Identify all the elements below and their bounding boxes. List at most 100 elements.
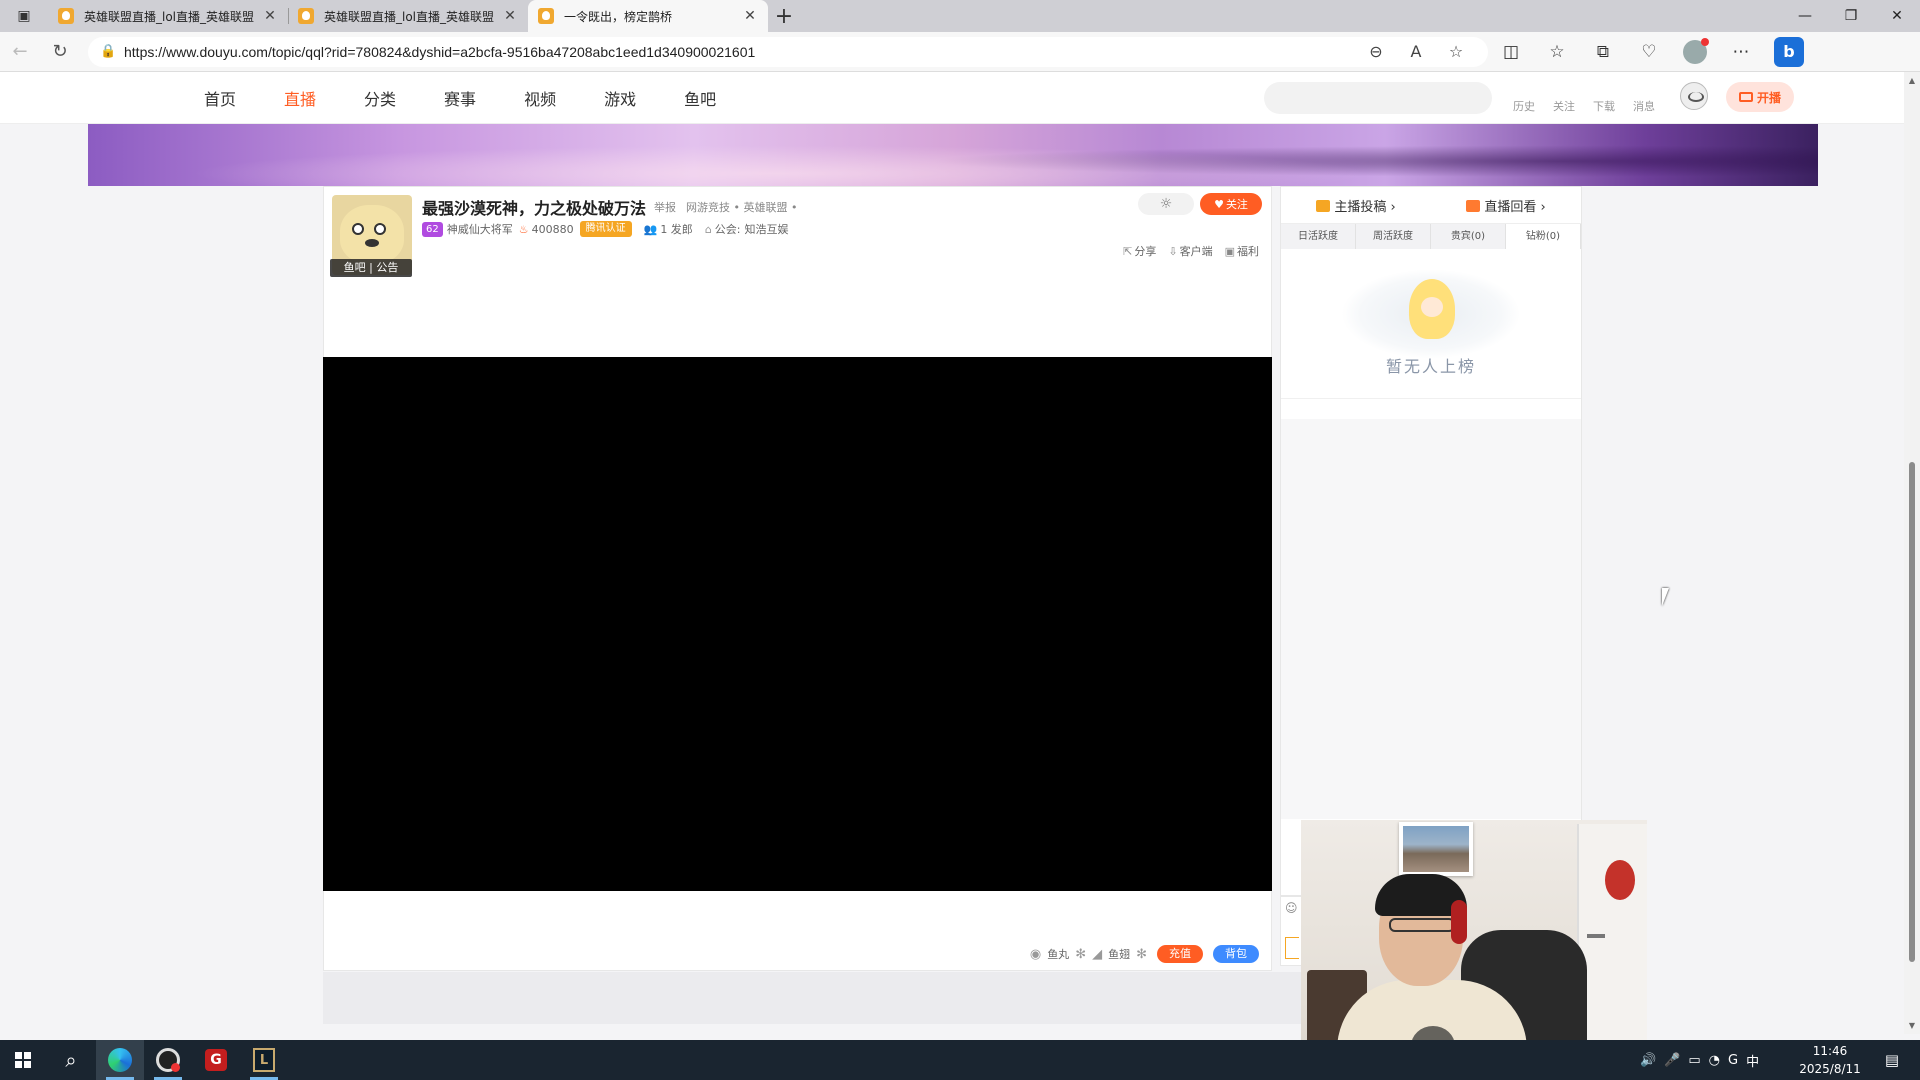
mouse-cursor: [1662, 588, 1676, 606]
read-aloud-icon[interactable]: A: [1396, 42, 1436, 61]
event-banner: [88, 124, 1818, 186]
windows-icon: [15, 1052, 31, 1068]
nav-fishbar[interactable]: 鱼吧: [660, 72, 740, 124]
browser-tab-3[interactable]: 一令既出，榜定鹊桥 ✕: [528, 0, 768, 32]
backpack-button[interactable]: 背包: [1213, 945, 1259, 963]
messages-link[interactable]: 消息: [1624, 82, 1664, 114]
loading-icon: ✻: [1075, 946, 1087, 962]
microphone-icon[interactable]: 🎤: [1664, 1053, 1680, 1068]
share-button[interactable]: ⇱ 分享: [1123, 243, 1156, 259]
split-screen-icon[interactable]: ◫: [1488, 42, 1534, 62]
gift-bar: ◉ 鱼丸 ✻ ◢ 鱼翅 ✻ 充值 背包: [1030, 945, 1259, 963]
follow-button[interactable]: ♥ 关注: [1200, 193, 1262, 215]
gift-icon: ▣: [1224, 245, 1235, 258]
taskbar-obs[interactable]: [144, 1040, 192, 1080]
replay-link[interactable]: 直播回看 ›: [1431, 196, 1581, 215]
copilot-icon[interactable]: b: [1774, 36, 1804, 67]
close-tab-icon[interactable]: ✕: [502, 8, 518, 24]
scroll-down-icon[interactable]: ▼: [1904, 1021, 1920, 1030]
douyu-favicon-icon: [298, 8, 314, 24]
system-tray: 🔊 🎤 ▭ ◔ G 中: [1640, 1040, 1759, 1080]
new-tab-button[interactable]: +: [768, 0, 800, 32]
ime-indicator[interactable]: 中: [1746, 1051, 1759, 1070]
nav-live[interactable]: 直播: [260, 72, 340, 124]
chat-area[interactable]: [1281, 419, 1581, 819]
share-icon: ⇱: [1123, 245, 1133, 258]
taskbar-clock[interactable]: 11:46 2025/8/11: [1790, 1042, 1870, 1078]
taskbar-g-app[interactable]: G: [192, 1040, 240, 1080]
app-tray-icon[interactable]: ◔: [1709, 1053, 1720, 1068]
report-link[interactable]: 举报: [654, 199, 676, 215]
g-tray-icon[interactable]: G: [1728, 1053, 1738, 1068]
tab-vip[interactable]: 贵宾(0): [1431, 224, 1506, 249]
browser-essentials-icon[interactable]: ♡: [1626, 42, 1672, 62]
minimize-icon[interactable]: —: [1782, 0, 1828, 32]
browser-tab-2[interactable]: 英雄联盟直播_lol直播_英雄联盟 ✕: [288, 0, 528, 32]
heart-icon: ♥: [1214, 197, 1224, 211]
volume-icon[interactable]: 🔊: [1640, 1053, 1656, 1068]
anchor-name[interactable]: 神威仙大将军: [447, 221, 513, 237]
network-icon[interactable]: ▭: [1688, 1053, 1700, 1068]
back-button[interactable]: ←: [0, 32, 40, 72]
profile-avatar[interactable]: [1683, 37, 1709, 64]
nav-category[interactable]: 分类: [340, 72, 420, 124]
url-text[interactable]: https://www.douyu.com/topic/qql?rid=7808…: [124, 44, 1356, 60]
tab-actions-icon[interactable]: ▣: [0, 0, 48, 32]
client-button[interactable]: ⇩ 客户端: [1168, 243, 1212, 259]
favorites-icon[interactable]: ☆: [1534, 42, 1580, 62]
nav-home[interactable]: 首页: [180, 72, 260, 124]
collections-icon[interactable]: ⧉: [1580, 42, 1626, 62]
close-tab-icon[interactable]: ✕: [262, 8, 278, 24]
refresh-button[interactable]: ↻: [40, 32, 80, 72]
rank-tabs: 日活跃度 周活跃度 贵宾(0) 钻粉(0): [1281, 223, 1581, 249]
video-player[interactable]: [323, 357, 1272, 891]
more-menu-icon[interactable]: ⋯: [1718, 42, 1764, 62]
player-card: 鱼吧 | 公告 最强沙漠死神，力之极处破万法 举报 网游竞技 • 英雄联盟 • …: [323, 186, 1272, 971]
taskbar-edge[interactable]: [96, 1040, 144, 1080]
close-tab-icon[interactable]: ✕: [742, 8, 758, 24]
browser-tab-1[interactable]: 英雄联盟直播_lol直播_英雄联盟 ✕: [48, 0, 288, 32]
notification-icon[interactable]: ▤: [1872, 1040, 1912, 1080]
download-link[interactable]: 下载: [1584, 82, 1624, 114]
url-field[interactable]: 🔒 https://www.douyu.com/topic/qql?rid=78…: [88, 36, 1488, 67]
recharge-button[interactable]: 充值: [1157, 945, 1203, 963]
start-live-label: 开播: [1756, 90, 1781, 105]
room-title: 最强沙漠死神，力之极处破万法: [422, 199, 647, 218]
user-avatar[interactable]: [1680, 82, 1708, 110]
scrollbar-thumb[interactable]: [1909, 462, 1915, 962]
tab-weekly-activity[interactable]: 周活跃度: [1356, 224, 1431, 249]
clock-time: 11:46: [1812, 1044, 1848, 1058]
favorite-star-icon[interactable]: ☆: [1436, 42, 1476, 61]
avatar-nose: [365, 239, 379, 247]
guild-name[interactable]: 知浩互娱: [745, 221, 789, 237]
client-label: 客户端: [1179, 245, 1213, 258]
history-link[interactable]: 历史: [1504, 82, 1544, 114]
tab-daily-activity[interactable]: 日活跃度: [1281, 224, 1356, 249]
replay-label: 直播回看 ›: [1484, 199, 1546, 215]
start-live-button[interactable]: 开播: [1726, 82, 1794, 112]
nav-video[interactable]: 视频: [500, 72, 580, 124]
restore-icon[interactable]: ❐: [1828, 0, 1874, 32]
taskbar-lol[interactable]: L: [240, 1040, 288, 1080]
search-input[interactable]: [1264, 82, 1492, 114]
search-icon[interactable]: ⌕: [46, 1048, 96, 1072]
theme-toggle[interactable]: ☼: [1138, 193, 1194, 215]
nav-events[interactable]: 赛事: [420, 72, 500, 124]
follow-link[interactable]: 关注: [1544, 82, 1584, 114]
room-category[interactable]: 网游竞技 • 英雄联盟 •: [686, 199, 797, 215]
zoom-icon[interactable]: ⊖: [1356, 42, 1396, 61]
page-scrollbar[interactable]: ▲ ▼: [1904, 72, 1920, 1034]
nav-games[interactable]: 游戏: [580, 72, 660, 124]
fishbar-notice-tag[interactable]: 鱼吧 | 公告: [330, 259, 412, 277]
scroll-up-icon[interactable]: ▲: [1904, 76, 1920, 85]
anchor-submissions-link[interactable]: 主播投稿 ›: [1281, 196, 1431, 215]
welfare-button[interactable]: ▣ 福利: [1225, 243, 1259, 259]
close-window-icon[interactable]: ✕: [1874, 0, 1920, 32]
chat-input-box[interactable]: [1285, 937, 1299, 959]
tab-diamond-fans[interactable]: 钻粉(0): [1506, 224, 1581, 249]
chat-input[interactable]: ☺: [1280, 896, 1302, 966]
submission-icon: [1316, 199, 1331, 212]
emoji-icon[interactable]: ☺: [1285, 901, 1298, 915]
browser-tab-strip: ▣ 英雄联盟直播_lol直播_英雄联盟 ✕ 英雄联盟直播_lol直播_英雄联盟 …: [0, 0, 1920, 32]
start-button[interactable]: [0, 1040, 46, 1080]
